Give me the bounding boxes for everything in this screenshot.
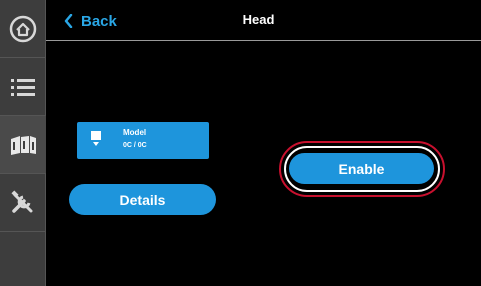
nozzle-icon	[91, 131, 101, 146]
sidebar-item-tools[interactable]	[0, 174, 46, 232]
head-card[interactable]: Model 0C / 0C	[77, 122, 209, 159]
tools-icon	[11, 189, 33, 213]
sidebar	[0, 0, 46, 286]
page-title: Head	[242, 12, 275, 27]
sidebar-item-home[interactable]	[0, 0, 46, 58]
details-button[interactable]: Details	[69, 184, 216, 215]
head-model-label: Model	[123, 128, 147, 137]
sidebar-item-menu[interactable]	[0, 58, 46, 116]
head-temperature: 0C / 0C	[123, 142, 147, 149]
list-icon	[11, 78, 35, 96]
sidebar-item-material[interactable]	[0, 116, 46, 174]
enable-button[interactable]: Enable	[289, 153, 434, 184]
home-icon	[9, 15, 37, 42]
top-bar: Back Head	[46, 0, 481, 41]
filament-icon	[11, 135, 36, 155]
